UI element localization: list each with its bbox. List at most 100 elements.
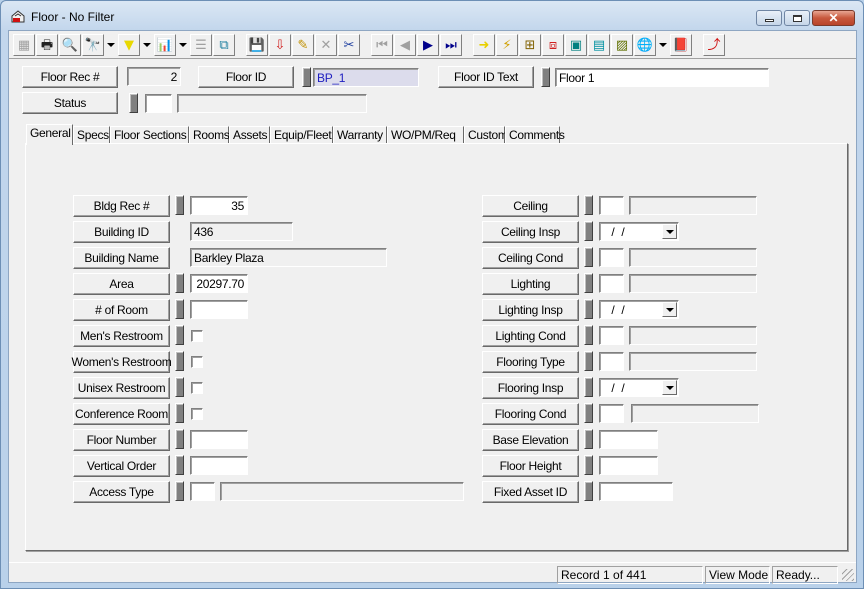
report-button[interactable]: 📊: [154, 34, 176, 56]
tab-equip-fleet[interactable]: Equip/Fleet: [270, 126, 333, 144]
quick-action-button[interactable]: ⚡: [496, 34, 518, 56]
help-book-button[interactable]: 📕: [670, 34, 692, 56]
floor-number-button[interactable]: Floor Number: [73, 429, 170, 451]
field-grip[interactable]: [175, 377, 184, 397]
lighting-cond-button[interactable]: Lighting Cond: [482, 325, 579, 347]
floor-number-field[interactable]: [190, 430, 248, 449]
floor-id-text-field[interactable]: Floor 1: [555, 68, 769, 87]
ceiling-insp-button[interactable]: Ceiling Insp: [482, 221, 579, 243]
find-button[interactable]: 🔭: [82, 34, 104, 56]
floor-id-field[interactable]: BP_1: [313, 68, 419, 87]
field-grip[interactable]: [584, 351, 593, 371]
flooring-cond-code-field[interactable]: [599, 404, 624, 423]
edit-button[interactable]: ✎: [292, 34, 314, 56]
tab-custom[interactable]: Custom: [464, 126, 508, 144]
field-grip[interactable]: [584, 325, 593, 345]
field-grip[interactable]: [584, 481, 593, 501]
flooring-insp-date-picker[interactable]: / /: [599, 378, 679, 397]
lighting-button[interactable]: Lighting: [482, 273, 579, 295]
building-id-button[interactable]: Building ID: [73, 221, 170, 243]
ceiling-code-field[interactable]: [599, 196, 624, 215]
chevron-down-icon[interactable]: [662, 302, 677, 317]
conference-room-button[interactable]: Conference Room: [73, 403, 170, 425]
vertical-order-button[interactable]: Vertical Order: [73, 455, 170, 477]
filter-dropdown[interactable]: [141, 34, 153, 56]
lighting-insp-date-picker[interactable]: / /: [599, 300, 679, 319]
print-button[interactable]: 🖶: [36, 34, 58, 56]
view-button[interactable]: ▦: [13, 34, 35, 56]
ceiling-cond-code-field[interactable]: [599, 248, 624, 267]
men-s-restroom-checkbox[interactable]: [191, 330, 203, 342]
hierarchy-button[interactable]: ⊞: [519, 34, 541, 56]
lighting-insp-button[interactable]: Lighting Insp: [482, 299, 579, 321]
calculator-button[interactable]: ▤: [588, 34, 610, 56]
status-code-field[interactable]: [145, 94, 172, 113]
last-record-button[interactable]: ⏭: [440, 34, 462, 56]
field-grip[interactable]: [175, 299, 184, 319]
flooring-type-button[interactable]: Flooring Type: [482, 351, 579, 373]
tab-assets[interactable]: Assets: [229, 126, 270, 144]
tab-warranty[interactable]: Warranty: [333, 126, 387, 144]
field-grip[interactable]: [584, 403, 593, 423]
area-button[interactable]: Area: [73, 273, 170, 295]
cad-button[interactable]: ▣: [565, 34, 587, 56]
building-name-button[interactable]: Building Name: [73, 247, 170, 269]
women-s-restroom-button[interactable]: Women's Restroom: [72, 351, 172, 373]
floor-id-text-button[interactable]: Floor ID Text: [438, 66, 534, 88]
men-s-restroom-button[interactable]: Men's Restroom: [73, 325, 170, 347]
field-grip[interactable]: [302, 67, 311, 87]
flooring-cond-button[interactable]: Flooring Cond: [482, 403, 579, 425]
field-grip[interactable]: [584, 455, 593, 475]
field-grip[interactable]: [584, 429, 593, 449]
save-button[interactable]: 💾: [246, 34, 268, 56]
field-grip[interactable]: [175, 403, 184, 423]
report-dropdown[interactable]: [177, 34, 189, 56]
field-grip[interactable]: [175, 325, 184, 345]
field-grip[interactable]: [584, 377, 593, 397]
flooring-type-code-field[interactable]: [599, 352, 624, 371]
field-grip[interactable]: [584, 195, 593, 215]
field-grip[interactable]: [175, 351, 184, 371]
tab-general[interactable]: General: [26, 124, 73, 145]
lighting-code-field[interactable]: [599, 274, 624, 293]
next-record-button[interactable]: ▶: [417, 34, 439, 56]
ceiling-insp-date-picker[interactable]: / /: [599, 222, 679, 241]
floor-rec-button[interactable]: Floor Rec #: [22, 66, 118, 88]
tab-wo-pm-req[interactable]: WO/PM/Req: [387, 126, 464, 144]
web-button[interactable]: 🌐: [634, 34, 656, 56]
access-type-button[interactable]: Access Type: [73, 481, 170, 503]
field-grip[interactable]: [584, 273, 593, 293]
ceiling-cond-button[interactable]: Ceiling Cond: [482, 247, 579, 269]
bldg-rec-button[interactable]: Bldg Rec #: [73, 195, 170, 217]
tab-comments[interactable]: Comments: [505, 126, 565, 144]
lighting-cond-code-field[interactable]: [599, 326, 624, 345]
close-button[interactable]: ✕: [812, 10, 855, 26]
flooring-insp-button[interactable]: Flooring Insp: [482, 377, 579, 399]
field-grip[interactable]: [175, 429, 184, 449]
add-record-button[interactable]: ⇩: [269, 34, 291, 56]
title-bar[interactable]: Floor - No Filter ✕: [1, 1, 863, 31]
status-button[interactable]: Status: [22, 92, 118, 114]
filter-button[interactable]: ▼: [118, 34, 140, 56]
first-record-button[interactable]: ⏮: [371, 34, 393, 56]
unisex-restroom-button[interactable]: Unisex Restroom: [73, 377, 170, 399]
of-room-button[interactable]: # of Room: [73, 299, 170, 321]
properties-button[interactable]: ☰: [190, 34, 212, 56]
access-type-code-field[interactable]: [190, 482, 215, 501]
preview-button[interactable]: 🔍: [59, 34, 81, 56]
vertical-order-field[interactable]: [190, 456, 248, 475]
field-grip[interactable]: [584, 221, 593, 241]
area-field[interactable]: 20297.70: [190, 274, 248, 293]
tab-floor-sections[interactable]: Floor Sections: [110, 126, 189, 144]
link-button[interactable]: ⧈: [542, 34, 564, 56]
prev-record-button[interactable]: ◀: [394, 34, 416, 56]
field-grip[interactable]: [175, 273, 184, 293]
field-grip[interactable]: [584, 299, 593, 319]
tab-rooms[interactable]: Rooms: [189, 126, 230, 144]
delete-button[interactable]: ✕: [315, 34, 337, 56]
minimize-button[interactable]: [756, 10, 782, 26]
goto-button[interactable]: ➜: [473, 34, 495, 56]
floor-id-button[interactable]: Floor ID: [198, 66, 294, 88]
field-grip[interactable]: [541, 67, 550, 87]
chevron-down-icon[interactable]: [662, 380, 677, 395]
